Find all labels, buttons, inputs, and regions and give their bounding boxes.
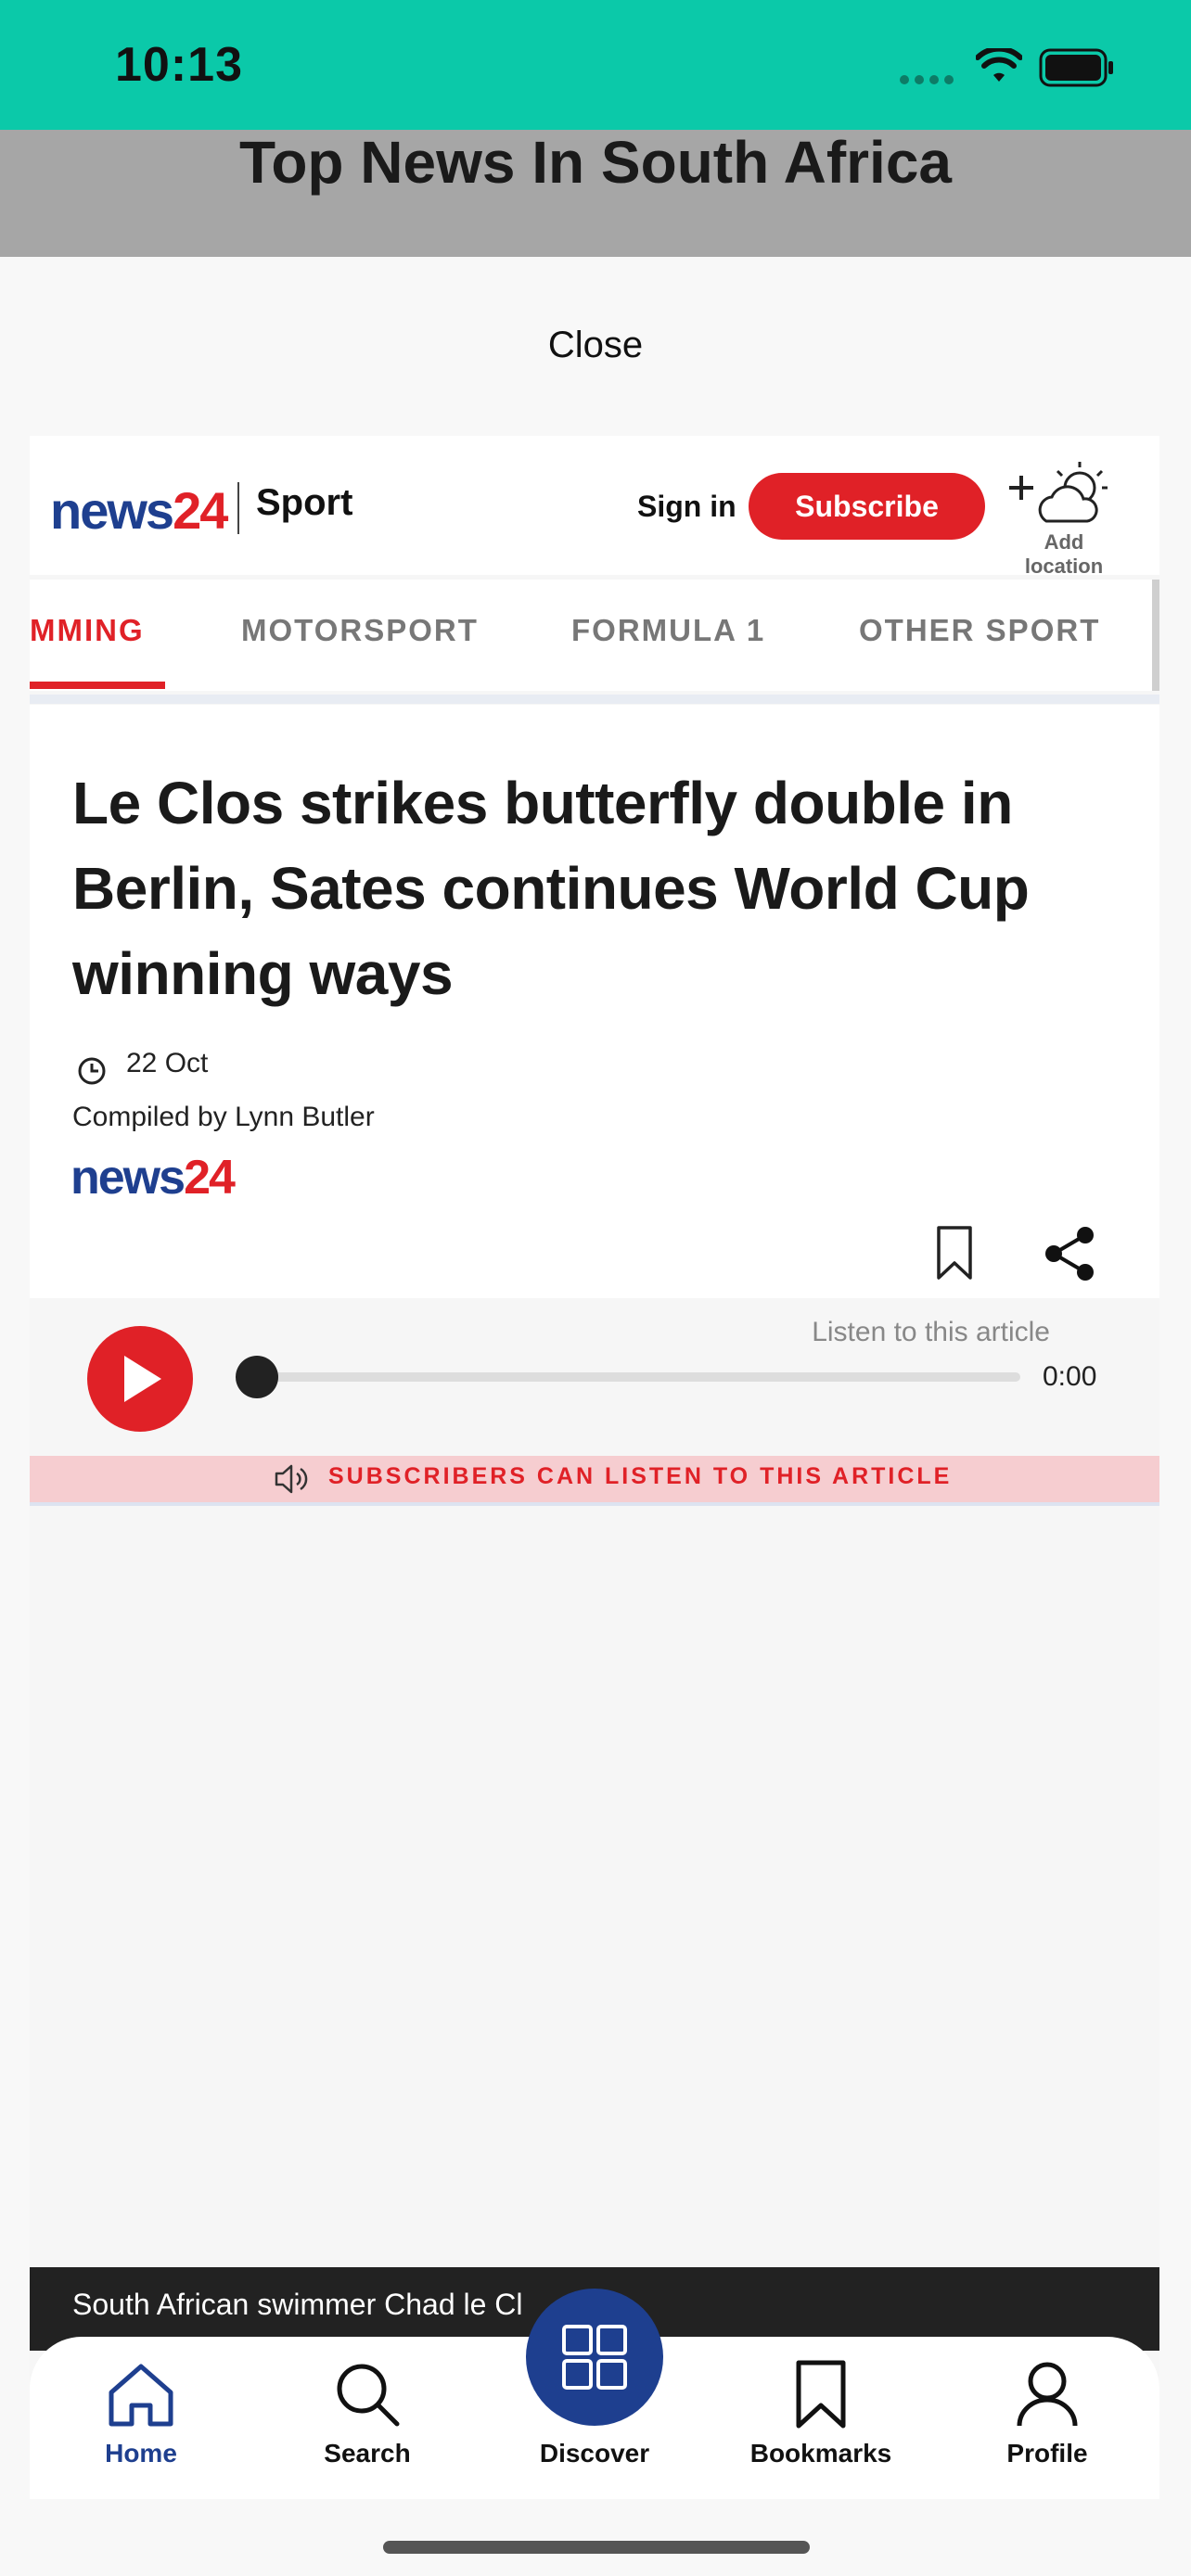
nav-scroll-edge <box>1152 580 1159 691</box>
article-headline: Le Clos strikes butterfly double in Berl… <box>72 770 1030 1007</box>
section-name: Sport <box>256 482 353 523</box>
article-header: Le Clos strikes butterfly double in Berl… <box>30 705 1159 1298</box>
search-icon <box>256 2359 479 2434</box>
nav-divider <box>30 695 1159 704</box>
wifi-icon <box>976 48 1022 82</box>
discover-button[interactable] <box>526 2289 663 2426</box>
logo-divider <box>237 482 239 534</box>
playback-time: 0:00 <box>1043 1361 1097 1392</box>
close-button[interactable]: Close <box>0 325 1191 366</box>
bookmark-icon[interactable] <box>931 1224 978 1283</box>
bookmark-icon <box>710 2359 932 2434</box>
grid-icon <box>562 2325 627 2390</box>
page-title: Top News In South Africa <box>238 129 953 196</box>
active-tab-indicator <box>30 682 165 689</box>
caption-text: South African swimmer Chad le Cl <box>72 2288 523 2321</box>
home-indicator <box>383 2541 810 2554</box>
article-webview: news24 Sport Sign in Subscribe Add locat… <box>30 436 1159 2499</box>
subscribers-banner-text: SUBSCRIBERS CAN LISTEN TO THIS ARTICLE <box>328 1463 953 1489</box>
tab-discover-label: Discover <box>539 2439 650 2468</box>
listen-label: Listen to this article <box>812 1317 1050 1347</box>
speaker-icon <box>275 1464 308 1494</box>
nav-tab-motorsport[interactable]: MOTORSPORT <box>241 613 479 648</box>
tab-home[interactable]: Home <box>30 2337 252 2499</box>
tab-search-label: Search <box>324 2439 411 2468</box>
share-icon[interactable] <box>1041 1224 1100 1283</box>
tab-search[interactable]: Search <box>256 2337 479 2499</box>
tab-profile-label: Profile <box>1006 2439 1088 2468</box>
progress-track[interactable] <box>243 1372 1020 1382</box>
news24-logo[interactable]: news24 <box>50 480 228 541</box>
tab-bookmarks[interactable]: Bookmarks <box>710 2337 932 2499</box>
site-header: news24 Sport Sign in Subscribe Add locat… <box>30 436 1159 578</box>
sign-in-link[interactable]: Sign in <box>637 490 736 524</box>
person-icon <box>936 2359 1159 2434</box>
weather-add-icon[interactable] <box>1004 454 1124 529</box>
add-location-label[interactable]: Add location <box>1004 530 1124 579</box>
clock-icon <box>78 1057 106 1085</box>
tab-home-label: Home <box>105 2439 177 2468</box>
home-icon <box>30 2359 252 2434</box>
article-byline: Compiled by Lynn Butler <box>72 1102 375 1132</box>
sport-nav: MMING MOTORSPORT FORMULA 1 OTHER SPORT <box>30 580 1159 691</box>
nav-tab-formula-1[interactable]: FORMULA 1 <box>571 613 765 648</box>
article-date: 22 Oct <box>126 1048 209 1078</box>
audio-player: Listen to this article 0:00 <box>30 1298 1159 1456</box>
play-button[interactable] <box>87 1326 193 1432</box>
status-time: 10:13 <box>115 38 243 92</box>
progress-knob[interactable] <box>236 1356 278 1398</box>
battery-icon <box>1039 48 1113 87</box>
subscribe-button[interactable]: Subscribe <box>749 473 985 540</box>
news24-brand-logo: news24 <box>70 1151 236 1205</box>
subscribers-banner[interactable]: SUBSCRIBERS CAN LISTEN TO THIS ARTICLE <box>30 1456 1159 1506</box>
tab-profile[interactable]: Profile <box>936 2337 1159 2499</box>
signal-icon <box>900 72 959 89</box>
tab-bookmarks-label: Bookmarks <box>749 2439 892 2468</box>
nav-tab-other-sport[interactable]: OTHER SPORT <box>859 613 1100 648</box>
nav-tab-swimming[interactable]: MMING <box>30 613 145 648</box>
